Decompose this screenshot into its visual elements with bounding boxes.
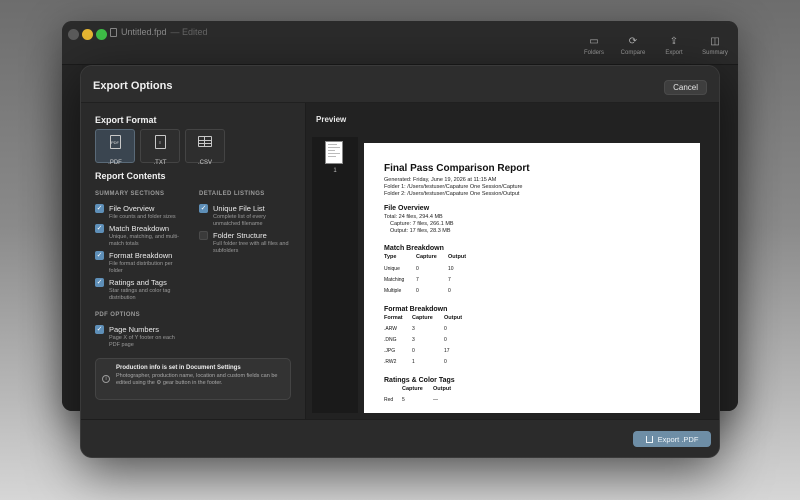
info-icon: i: [102, 375, 110, 383]
table-cell: .JPG: [384, 348, 396, 354]
dialog-header: Export Options Cancel: [81, 66, 719, 103]
table-cell: 10: [448, 266, 454, 272]
format-pdf-button[interactable]: PDF .PDF: [95, 129, 135, 166]
dialog-title: Export Options: [93, 80, 173, 92]
table-cell: 0: [412, 348, 415, 354]
table-cell: 0: [416, 288, 419, 294]
window-titlebar: Untitled.fpd — Edited ▭ Folders ⟳ Compar…: [62, 21, 738, 65]
table-cell: .RW2: [384, 359, 397, 365]
close-window-button[interactable]: [68, 29, 79, 40]
window-title: Untitled.fpd — Edited: [110, 27, 208, 37]
file-overview-total: Total: 24 files, 294.4 MB: [384, 214, 443, 220]
pdf-file-icon: PDF: [109, 135, 121, 149]
zoom-window-button[interactable]: [96, 29, 107, 40]
report-folder-1: Folder 1: /Users/testuser/Capature One S…: [384, 184, 523, 190]
production-info-box: i Production info is set in Document Set…: [95, 358, 291, 400]
match-breakdown-heading: Match Breakdown: [384, 245, 444, 252]
export-options-dialog: Export Options Cancel Export Format PDF …: [80, 65, 720, 458]
table-cell: Unique: [384, 266, 400, 272]
table-cell: .DNG: [384, 337, 397, 343]
checkbox-checked-icon[interactable]: ✓: [95, 251, 104, 260]
table-cell: 7: [448, 277, 451, 283]
summary-sections-heading: SUMMARY SECTIONS: [95, 191, 165, 197]
export-format-heading: Export Format: [95, 115, 157, 125]
toolbar-export-button[interactable]: ⇪ Export: [654, 36, 694, 57]
table-header: Capture: [412, 315, 433, 321]
table-header: Capture: [402, 386, 423, 392]
report-contents-heading: Report Contents: [95, 171, 166, 181]
detailed-listings-heading: DETAILED LISTINGS: [199, 191, 265, 197]
file-overview-heading: File Overview: [384, 205, 430, 212]
page-thumbnail[interactable]: [325, 141, 343, 164]
cancel-button[interactable]: Cancel: [664, 80, 707, 95]
page-thumbnails: 1: [312, 137, 358, 413]
format-breakdown-heading: Format Breakdown: [384, 306, 448, 313]
table-cell: 7: [416, 277, 419, 283]
format-csv-button[interactable]: .CSV: [185, 129, 225, 166]
report-title: Final Pass Comparison Report: [384, 163, 530, 174]
table-cell: .ARW: [384, 326, 397, 332]
share-icon: ⇪: [669, 36, 679, 47]
table-cell: 5: [402, 397, 405, 403]
sidebar-icon: ◫: [710, 36, 720, 47]
dialog-footer: Export .PDF: [81, 419, 719, 457]
report-preview-page: Final Pass Comparison Report Generated: …: [364, 143, 700, 413]
table-header: Output: [433, 386, 452, 392]
minimize-window-button[interactable]: [82, 29, 93, 40]
table-cell: Red: [384, 397, 394, 403]
table-header: Format: [384, 315, 403, 321]
pdf-options-heading: PDF OPTIONS: [95, 312, 141, 318]
document-icon: [110, 27, 117, 37]
table-cell: 0: [416, 266, 419, 272]
preview-heading: Preview: [316, 115, 347, 124]
report-generated: Generated: Friday, June 19, 2026 at 11:1…: [384, 177, 497, 183]
table-header: Output: [448, 254, 467, 260]
table-header: Type: [384, 254, 397, 260]
file-overview-output: Output: 17 files, 28.3 MB: [390, 228, 451, 234]
table-cell: 3: [412, 337, 415, 343]
checkbox-checked-icon[interactable]: ✓: [199, 204, 208, 213]
toolbar-folders-button[interactable]: ▭ Folders: [574, 36, 614, 57]
text-file-icon: ≡: [154, 135, 166, 149]
file-overview-capture: Capture: 7 files, 266.1 MB: [390, 221, 454, 227]
options-panel: Export Format PDF .PDF ≡ .TXT .CSV Repor…: [81, 103, 305, 419]
preview-panel: Preview 1 Final Pass Comparison Report G…: [305, 103, 719, 419]
table-cell: 1: [412, 359, 415, 365]
format-txt-button[interactable]: ≡ .TXT: [140, 129, 180, 166]
table-header: Capture: [416, 254, 437, 260]
report-folder-2: Folder 2: /Users/testuser/Capature One S…: [384, 191, 520, 197]
toolbar-compare-button[interactable]: ⟳ Compare: [613, 36, 653, 57]
toolbar-summary-button[interactable]: ◫ Summary: [695, 36, 735, 57]
table-cell: 0: [448, 288, 451, 294]
checkbox-checked-icon[interactable]: ✓: [95, 224, 104, 233]
table-cell: —: [433, 397, 438, 403]
compare-icon: ⟳: [628, 36, 638, 47]
export-pdf-button[interactable]: Export .PDF: [633, 431, 711, 447]
table-cell: Matching: [384, 277, 405, 283]
table-cell: 3: [412, 326, 415, 332]
table-cell: Multiple: [384, 288, 402, 294]
checkbox-checked-icon[interactable]: ✓: [95, 325, 104, 334]
checkbox-checked-icon[interactable]: ✓: [95, 278, 104, 287]
export-icon: [645, 435, 653, 443]
table-header: Output: [444, 315, 463, 321]
table-cell: 17: [444, 348, 450, 354]
checkbox-unchecked-icon[interactable]: [199, 231, 208, 240]
table-icon: [198, 136, 212, 147]
table-cell: 0: [444, 359, 447, 365]
thumbnail-page-number: 1: [333, 168, 337, 174]
table-cell: 0: [444, 326, 447, 332]
checkbox-checked-icon[interactable]: ✓: [95, 204, 104, 213]
table-cell: 0: [444, 337, 447, 343]
ratings-heading: Ratings & Color Tags: [384, 377, 455, 384]
background-content-left: [62, 65, 82, 411]
folder-icon: ▭: [589, 36, 599, 47]
